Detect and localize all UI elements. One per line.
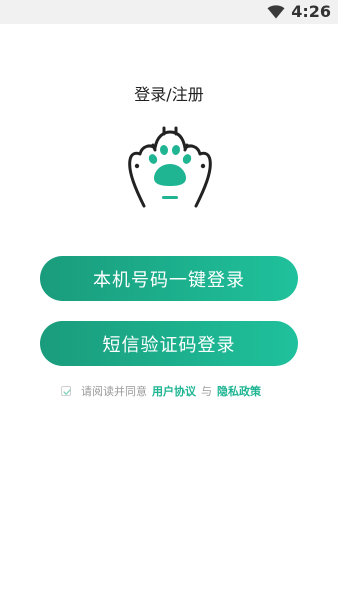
- agreement-checkbox[interactable]: [61, 386, 71, 396]
- privacy-policy-link[interactable]: 隐私政策: [217, 383, 261, 399]
- agreement-row: 请阅读并同意 用户协议 与 隐私政策: [61, 382, 261, 400]
- user-agreement-link[interactable]: 用户协议: [152, 383, 196, 399]
- agreement-conjunction: 与: [201, 385, 212, 398]
- check-icon: [63, 389, 71, 395]
- status-right-group: 4:26: [267, 1, 331, 23]
- one-click-login-button[interactable]: 本机号码一键登录: [40, 256, 298, 301]
- status-time: 4:26: [291, 2, 331, 21]
- status-bar: 4:26: [0, 0, 338, 24]
- wifi-icon: [267, 5, 285, 19]
- agreement-prefix: 请阅读并同意: [81, 385, 147, 398]
- page-title: 登录/注册: [134, 85, 204, 104]
- sms-login-button[interactable]: 短信验证码登录: [40, 321, 298, 366]
- paw-icon: [128, 126, 212, 208]
